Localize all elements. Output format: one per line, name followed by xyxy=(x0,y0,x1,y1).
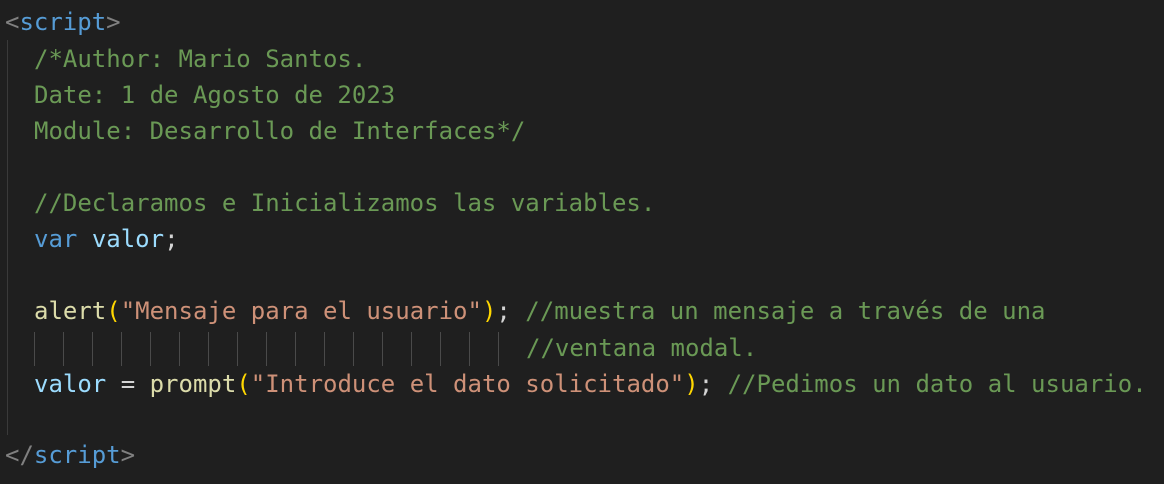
tag-name: script xyxy=(19,8,107,36)
code-line-comment-declare[interactable]: //Declaramos e Inicializamos las variabl… xyxy=(34,185,655,221)
code-line-comment-module[interactable]: Module: Desarrollo de Interfaces*/ xyxy=(34,113,525,149)
tag-bracket: > xyxy=(120,441,136,469)
tag-bracket: </ xyxy=(5,441,34,469)
semicolon: ; xyxy=(496,297,511,325)
code-line-alert-wrap[interactable]: //ventana modal. xyxy=(526,330,757,366)
function-prompt: prompt xyxy=(149,370,237,398)
code-line-open-tag[interactable]: <script> xyxy=(5,4,121,40)
string-literal: "Mensaje para el usuario" xyxy=(120,297,482,325)
tag-bracket: > xyxy=(106,8,121,36)
wrap-indent-guides xyxy=(34,332,504,366)
paren-close: ) xyxy=(684,370,699,398)
paren-close: ) xyxy=(481,297,497,325)
variable-valor: valor xyxy=(91,225,165,253)
code-line-close-tag[interactable]: </script> xyxy=(5,437,135,473)
inline-comment: //muestra un mensaje a través de una xyxy=(525,297,1046,325)
code-line-comment-author[interactable]: /*Author: Mario Santos. xyxy=(34,41,366,77)
code-editor[interactable]: <script> /*Author: Mario Santos. Date: 1… xyxy=(0,0,1164,484)
code-line-alert[interactable]: alert("Mensaje para el usuario"); //mues… xyxy=(34,293,1045,329)
string-literal: "Introduce el dato solicitado" xyxy=(250,370,685,398)
paren-open: ( xyxy=(236,370,251,398)
function-alert: alert xyxy=(34,297,107,325)
inline-comment: //Pedimos un dato al usuario. xyxy=(727,370,1147,398)
code-line-prompt[interactable]: valor = prompt("Introduce el dato solici… xyxy=(34,366,1147,402)
code-line-var[interactable]: var valor; xyxy=(34,221,179,257)
semicolon: ; xyxy=(698,370,714,398)
keyword-var: var xyxy=(34,225,78,253)
tag-bracket: < xyxy=(5,8,20,36)
semicolon: ; xyxy=(164,225,179,253)
indent-guide xyxy=(7,40,8,435)
assign-operator: = xyxy=(106,370,150,398)
paren-open: ( xyxy=(106,297,121,325)
code-line-comment-date[interactable]: Date: 1 de Agosto de 2023 xyxy=(34,77,395,113)
variable-valor: valor xyxy=(34,370,107,398)
tag-name: script xyxy=(33,441,121,469)
